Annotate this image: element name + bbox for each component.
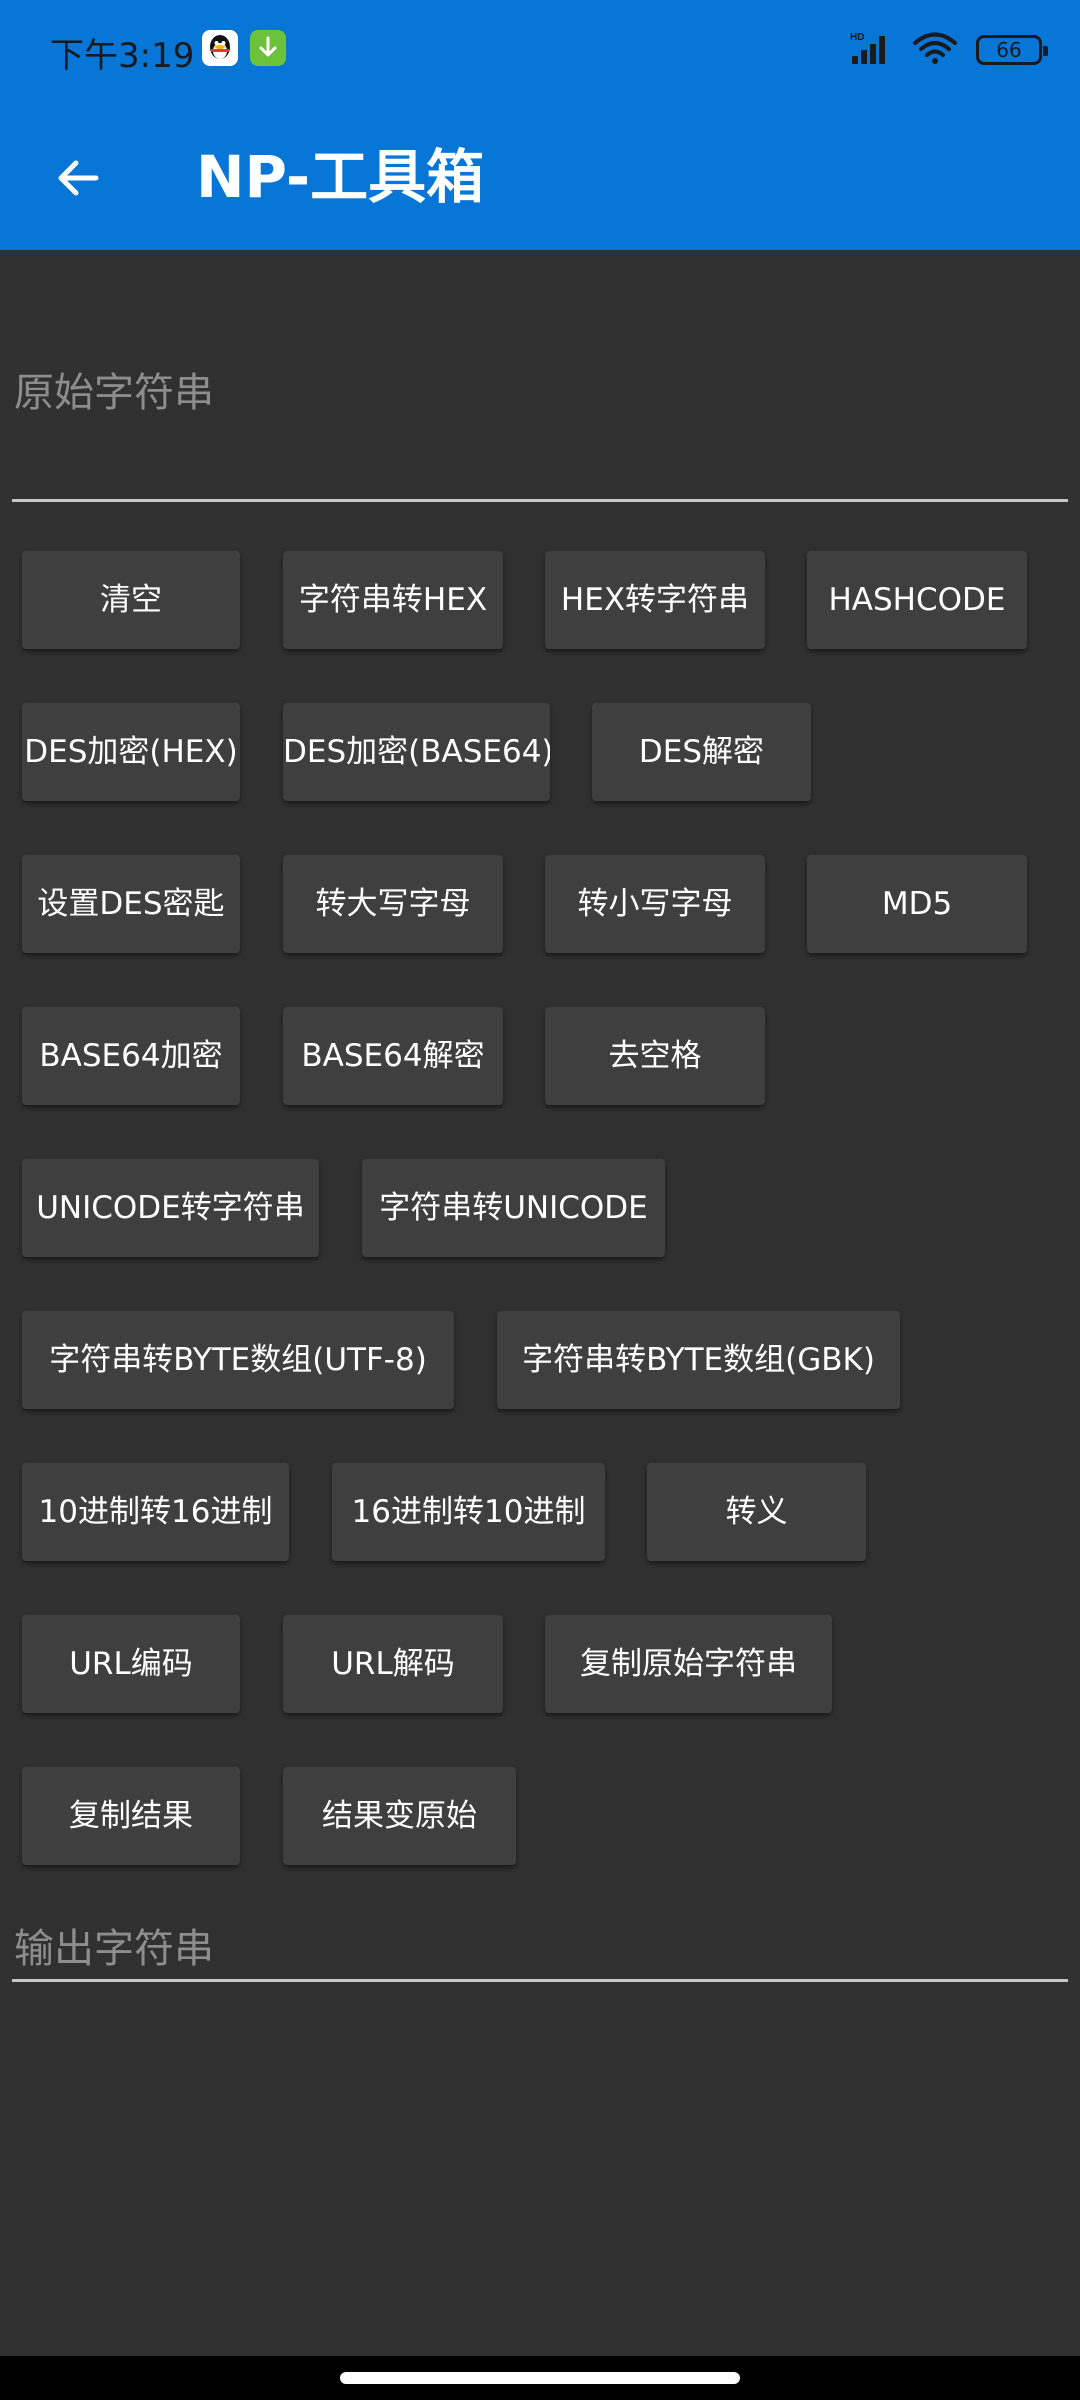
unicode-to-string-button[interactable]: UNICODE转字符串: [22, 1159, 319, 1257]
download-icon: [250, 30, 286, 66]
output-string-placeholder: 输出字符串: [14, 1926, 214, 1972]
source-string-placeholder: 原始字符串: [14, 370, 214, 416]
string-to-bytes-gbk-button[interactable]: 字符串转BYTE数组(GBK): [497, 1311, 900, 1409]
hex-to-dec-button[interactable]: 16进制转10进制: [332, 1463, 605, 1561]
url-encode-button[interactable]: URL编码: [22, 1615, 240, 1713]
des-encrypt-base64-button[interactable]: DES加密(BASE64): [283, 703, 550, 801]
base64-encode-button[interactable]: BASE64加密: [22, 1007, 240, 1105]
hd-signal-icon: HD: [850, 30, 894, 70]
qq-icon: [202, 30, 238, 66]
string-to-unicode-button[interactable]: 字符串转UNICODE: [362, 1159, 665, 1257]
system-nav-bar: [0, 2356, 1080, 2400]
output-string-field[interactable]: 输出字符串: [12, 1916, 1068, 1982]
set-des-key-button[interactable]: 设置DES密匙: [22, 855, 240, 953]
back-button[interactable]: [40, 140, 116, 216]
source-string-input[interactable]: 原始字符串: [12, 360, 1068, 502]
copy-result-button[interactable]: 复制结果: [22, 1767, 240, 1865]
app-screen: 下午3:19 HD 66 NP-工具箱 原始字符串 清空 字符串转HEX HEX…: [0, 0, 1080, 2400]
clear-button[interactable]: 清空: [22, 551, 240, 649]
home-indicator[interactable]: [340, 2372, 740, 2384]
des-decrypt-button[interactable]: DES解密: [592, 703, 811, 801]
trim-spaces-button[interactable]: 去空格: [545, 1007, 765, 1105]
app-bar: NP-工具箱: [0, 110, 1080, 240]
battery-icon: 66: [976, 35, 1048, 65]
wifi-icon: [912, 30, 958, 70]
result-to-source-button[interactable]: 结果变原始: [283, 1767, 516, 1865]
des-encrypt-hex-button[interactable]: DES加密(HEX): [22, 703, 240, 801]
base64-decode-button[interactable]: BASE64解密: [283, 1007, 503, 1105]
svg-text:HD: HD: [850, 32, 864, 43]
page-title: NP-工具箱: [196, 143, 485, 211]
status-right: HD 66: [850, 30, 1048, 70]
arrow-back-icon: [58, 160, 99, 196]
status-bar: 下午3:19 HD 66: [0, 0, 1080, 96]
md5-button[interactable]: MD5: [807, 855, 1027, 953]
to-uppercase-button[interactable]: 转大写字母: [283, 855, 503, 953]
to-lowercase-button[interactable]: 转小写字母: [545, 855, 765, 953]
str-to-hex-button[interactable]: 字符串转HEX: [283, 551, 503, 649]
status-time: 下午3:19: [50, 36, 195, 76]
hashcode-button[interactable]: HASHCODE: [807, 551, 1027, 649]
hex-to-str-button[interactable]: HEX转字符串: [545, 551, 765, 649]
escape-button[interactable]: 转义: [647, 1463, 866, 1561]
top-bar: 下午3:19 HD 66 NP-工具箱: [0, 0, 1080, 250]
copy-source-button[interactable]: 复制原始字符串: [545, 1615, 832, 1713]
string-to-bytes-utf8-button[interactable]: 字符串转BYTE数组(UTF-8): [22, 1311, 454, 1409]
url-decode-button[interactable]: URL解码: [283, 1615, 503, 1713]
dec-to-hex-button[interactable]: 10进制转16进制: [22, 1463, 289, 1561]
